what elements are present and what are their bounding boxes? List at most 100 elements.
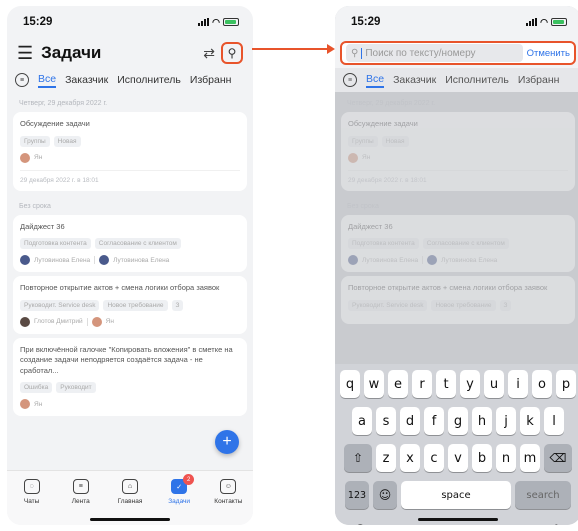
avatar [99,255,110,265]
search-key[interactable]: search [515,481,571,509]
task-card: Дайджест 36 Подготовка контента Согласов… [341,214,575,272]
key-y[interactable]: y [460,370,480,398]
cancel-button[interactable]: Отменить [527,48,570,59]
nav-label: Задачи [168,498,191,505]
person-name: Глотов Дмитрий [34,318,83,325]
task-people: Глотов Дмитрий Ян [20,316,240,327]
tab-customer[interactable]: Заказчик [393,74,436,86]
search-icon: ⚲ [227,46,237,60]
feed-icon: ≡ [72,479,89,494]
add-task-button[interactable]: + [215,430,239,454]
task-tags: Группы Новая [20,135,240,147]
page-title: Задачи [41,43,102,62]
tab-executor[interactable]: Исполнитель [445,74,509,86]
person-name: Ян [362,154,371,161]
task-tag: Группы [20,135,50,147]
menu-icon[interactable]: ☰ [17,43,33,64]
space-key[interactable]: space [401,481,511,509]
nav-label: Лента [71,498,90,505]
key-z[interactable]: z [376,444,396,472]
task-tags: Группы Новая [348,135,568,147]
person-name: Лутовинова Елена [113,256,170,264]
key-q[interactable]: q [340,370,360,398]
task-tag: Новое требование [431,299,496,311]
tab-all[interactable]: Все [366,73,385,88]
task-tag: Согласование с клиентом [94,238,181,249]
nav-label: Чаты [23,498,40,505]
status-icons: ◠ [198,17,239,28]
task-tag: Новое требование [103,299,168,311]
person-name: Лутовинова Елена [362,256,419,264]
task-card[interactable]: Обсуждение задачи Группы Новая Ян 29 дек… [13,112,247,191]
filter-icon[interactable]: ⇄ [203,45,215,62]
key-d[interactable]: d [400,407,420,435]
keyboard-row-2: a s d f g h j k l [338,407,578,435]
key-a[interactable]: a [352,407,372,435]
tab-customer[interactable]: Заказчик [65,74,108,86]
keyboard-row-1: q w e r t y u i o p [338,370,578,398]
task-tags: Подготовка контента Согласование с клиен… [348,238,568,249]
task-tag: Подготовка контента [348,238,419,249]
key-m[interactable]: m [520,444,540,472]
task-tag: З [499,299,512,311]
person-name: Ян [34,400,43,408]
chat-icon: ◌ [23,479,40,494]
avatar [20,255,30,265]
search-input[interactable]: ⚲ Поиск по тексту/номеру [346,44,523,62]
task-deadline: 29 декабря 2022 г. в 18:01 [348,169,568,184]
key-k[interactable]: k [520,407,540,435]
task-title: Дайджест 36 [20,221,65,231]
key-x[interactable]: x [400,444,420,472]
numbers-key[interactable]: 123 [345,481,369,509]
key-i[interactable]: i [508,370,528,398]
key-e[interactable]: e [388,370,408,398]
task-tags: Подготовка контента Согласование с клиен… [20,238,240,249]
key-p[interactable]: p [556,370,576,398]
task-title: При включённой галочке "Копировать вложе… [20,344,233,375]
search-button[interactable]: ⚲ [221,42,243,64]
key-f[interactable]: f [424,407,444,435]
tab-executor[interactable]: Исполнитель [117,74,181,86]
key-w[interactable]: w [364,370,384,398]
emoji-icon: ☺ [378,488,392,502]
key-r[interactable]: r [412,370,432,398]
task-people: Ян [20,399,240,409]
key-j[interactable]: j [496,407,516,435]
shift-icon: ⇧ [352,451,364,465]
tab-favorites[interactable]: Избранн [518,74,560,86]
shift-key[interactable]: ⇧ [344,444,372,472]
backspace-key[interactable]: ⌫ [544,444,572,472]
keyboard-row-4: 123 ☺ space search [338,481,578,509]
key-v[interactable]: v [448,444,468,472]
key-c[interactable]: c [424,444,444,472]
microphone-icon[interactable]: ♀ [551,520,562,525]
key-n[interactable]: n [496,444,516,472]
key-t[interactable]: t [436,370,456,398]
key-u[interactable]: u [484,370,504,398]
task-title: Дайджест 36 [348,221,393,231]
tab-all[interactable]: Все [38,73,57,88]
nav-chats[interactable]: ◌ Чаты [10,479,54,525]
status-icons: ◠ [526,17,567,28]
emoji-key[interactable]: ☺ [373,481,397,509]
nav-contacts[interactable]: ☺ Контакты [206,479,250,525]
task-title: Обсуждение задачи [348,119,418,128]
options-icon[interactable]: ≡ [343,73,357,87]
task-card[interactable]: При включённой галочке "Копировать вложе… [13,337,247,416]
task-card[interactable]: Дайджест 36 Подготовка контента Согласов… [13,214,247,272]
key-g[interactable]: g [448,407,468,435]
key-l[interactable]: l [544,407,564,435]
task-tag: З [171,299,184,311]
tab-favorites[interactable]: Избранн [190,74,232,86]
task-list-dimmed: Четверг, 29 декабря 2022 г. Обсуждение з… [335,92,578,324]
options-icon[interactable]: ≡ [15,73,29,87]
task-card[interactable]: Повторное открытие актов + смена логики … [13,276,247,334]
globe-icon[interactable]: ⊕ [354,520,367,525]
key-s[interactable]: s [376,407,396,435]
status-time: 15:29 [23,16,53,28]
key-b[interactable]: b [472,444,492,472]
task-tags: Руководит. Service desk Новое требование… [348,299,568,311]
key-o[interactable]: o [532,370,552,398]
key-h[interactable]: h [472,407,492,435]
signal-icon [198,18,210,26]
